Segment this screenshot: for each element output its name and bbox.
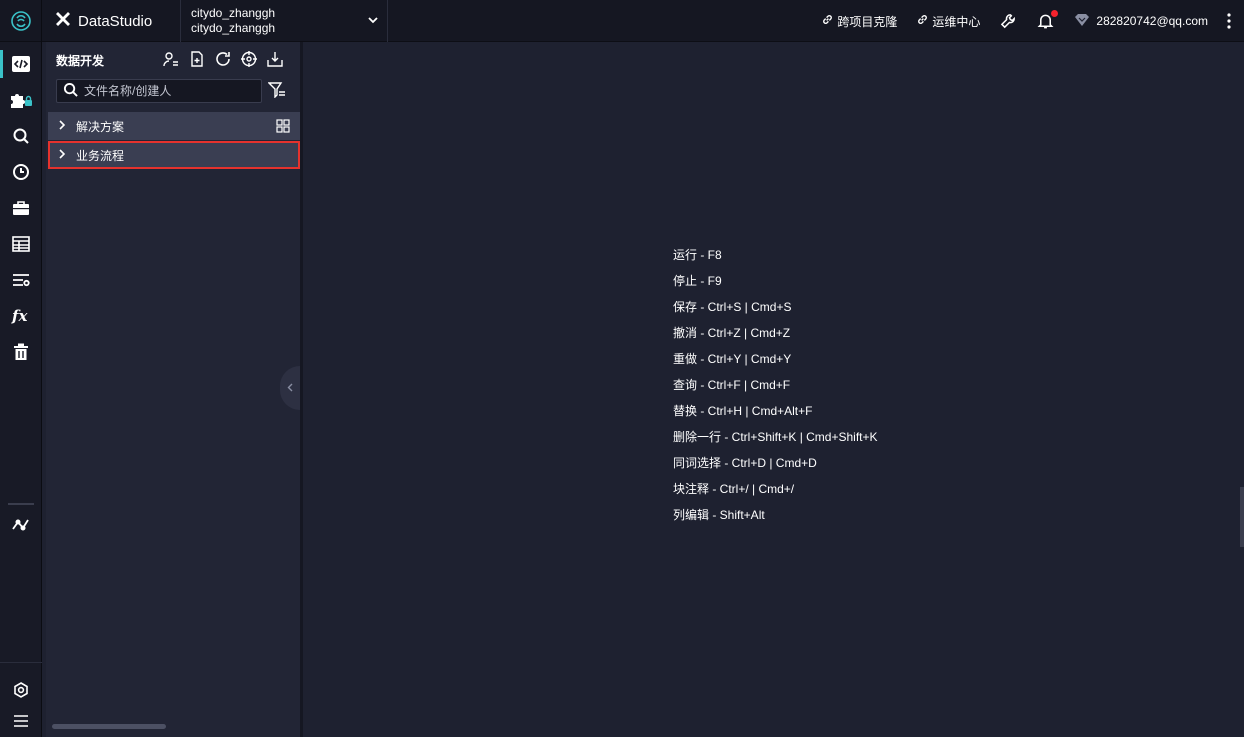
puzzle-icon[interactable]: [0, 82, 42, 118]
shortcut-undo: 撤消 - Ctrl+Z | Cmd+Z: [673, 326, 791, 340]
shortcut-replace: 替换 - Ctrl+H | Cmd+Alt+F: [673, 404, 813, 418]
refresh-icon[interactable]: [214, 50, 231, 67]
top-bar: DataStudio citydo_zhanggh citydo_zhanggh…: [0, 0, 1244, 42]
tree-item-label: 业务流程: [76, 148, 125, 163]
chevron-right-icon: [58, 119, 66, 133]
rail-divider: [8, 503, 34, 505]
editor-area: 运行 - F8 停止 - F9 保存 - Ctrl+S | Cmd+S 撤消 -…: [303, 42, 1244, 737]
tree-item-label: 解决方案: [76, 119, 125, 134]
panel-toolbar: [162, 50, 283, 67]
list-icon[interactable]: [0, 262, 42, 298]
project-select[interactable]: citydo_zhanggh citydo_zhanggh: [180, 0, 388, 42]
shortcut-column-edit: 列编辑 - Shift+Alt: [673, 508, 765, 522]
workflow-icon[interactable]: [0, 507, 42, 543]
shortcut-block-comment: 块注释 - Ctrl+/ | Cmd+/: [673, 482, 795, 496]
shortcut-list: 运行 - F8 停止 - F9 保存 - Ctrl+S | Cmd+S 撤消 -…: [673, 248, 878, 534]
cross-project-clone-label: 跨项目克隆: [837, 14, 898, 29]
tree-item-business-flow[interactable]: 业务流程: [48, 141, 300, 169]
tree-item-solutions[interactable]: 解决方案: [48, 112, 300, 140]
project-name-line2: citydo_zhanggh: [191, 21, 276, 35]
vip-diamond-icon: [1074, 13, 1090, 30]
chevron-right-icon: [58, 148, 66, 162]
project-name-line1: citydo_zhanggh: [191, 6, 276, 20]
shortcut-find: 查询 - Ctrl+F | Cmd+F: [673, 378, 791, 392]
notification-dot: [1051, 10, 1059, 17]
shortcut-stop: 停止 - F9: [673, 274, 722, 288]
file-search: [56, 79, 262, 103]
datastudio-tools-icon: [54, 10, 72, 32]
filter-icon[interactable]: [267, 82, 286, 101]
briefcase-icon[interactable]: [0, 190, 42, 226]
search-icon[interactable]: [0, 118, 42, 154]
user-filter-icon[interactable]: [162, 50, 179, 67]
chevron-down-icon: [367, 14, 379, 29]
ops-center-label: 运维中心: [932, 14, 981, 29]
shortcut-select-word: 同词选择 - Ctrl+D | Cmd+D: [673, 456, 817, 470]
app-title[interactable]: DataStudio: [54, 0, 152, 42]
user-menu[interactable]: 282820742@qq.com: [1074, 13, 1208, 30]
wrench-icon[interactable]: [1000, 13, 1017, 30]
shortcut-redo: 重做 - Ctrl+Y | Cmd+Y: [673, 352, 792, 366]
trash-icon[interactable]: [0, 334, 42, 370]
svg-text:fx: fx: [11, 307, 28, 325]
function-icon[interactable]: fx: [0, 298, 42, 334]
clock-icon[interactable]: [0, 154, 42, 190]
data-development-panel: 数据开发 解决方案: [46, 42, 300, 737]
more-vertical-icon[interactable]: [1222, 13, 1236, 29]
shortcut-delete-line: 删除一行 - Ctrl+Shift+K | Cmd+Shift+K: [673, 430, 878, 444]
ops-center-link[interactable]: 运维中心: [917, 13, 980, 30]
bell-icon[interactable]: [1037, 10, 1059, 30]
cross-project-clone-link[interactable]: 跨项目克隆: [822, 13, 897, 30]
shortcut-run: 运行 - F8: [673, 248, 722, 262]
menu-icon[interactable]: [0, 703, 42, 737]
file-search-input[interactable]: [84, 84, 254, 98]
grid-view-icon[interactable]: [276, 119, 290, 136]
app-name-label: DataStudio: [78, 12, 153, 30]
rail-divider: [0, 662, 42, 663]
locate-icon[interactable]: [240, 50, 257, 67]
shortcut-save: 保存 - Ctrl+S | Cmd+S: [673, 300, 792, 314]
horizontal-scrollbar[interactable]: [52, 724, 166, 729]
user-email: 282820742@qq.com: [1096, 14, 1208, 28]
vertical-scrollbar[interactable]: [1240, 487, 1244, 547]
link-icon: [822, 14, 833, 28]
import-icon[interactable]: [266, 50, 283, 67]
panel-title: 数据开发: [56, 54, 105, 68]
code-icon[interactable]: [0, 46, 42, 82]
left-navigation-rail: fx: [0, 42, 42, 737]
brand-logo-icon[interactable]: [0, 0, 42, 42]
search-icon: [63, 82, 78, 100]
new-file-icon[interactable]: [188, 50, 205, 67]
link-icon: [917, 14, 928, 28]
table-icon[interactable]: [0, 226, 42, 262]
chevron-left-icon: [287, 381, 293, 395]
